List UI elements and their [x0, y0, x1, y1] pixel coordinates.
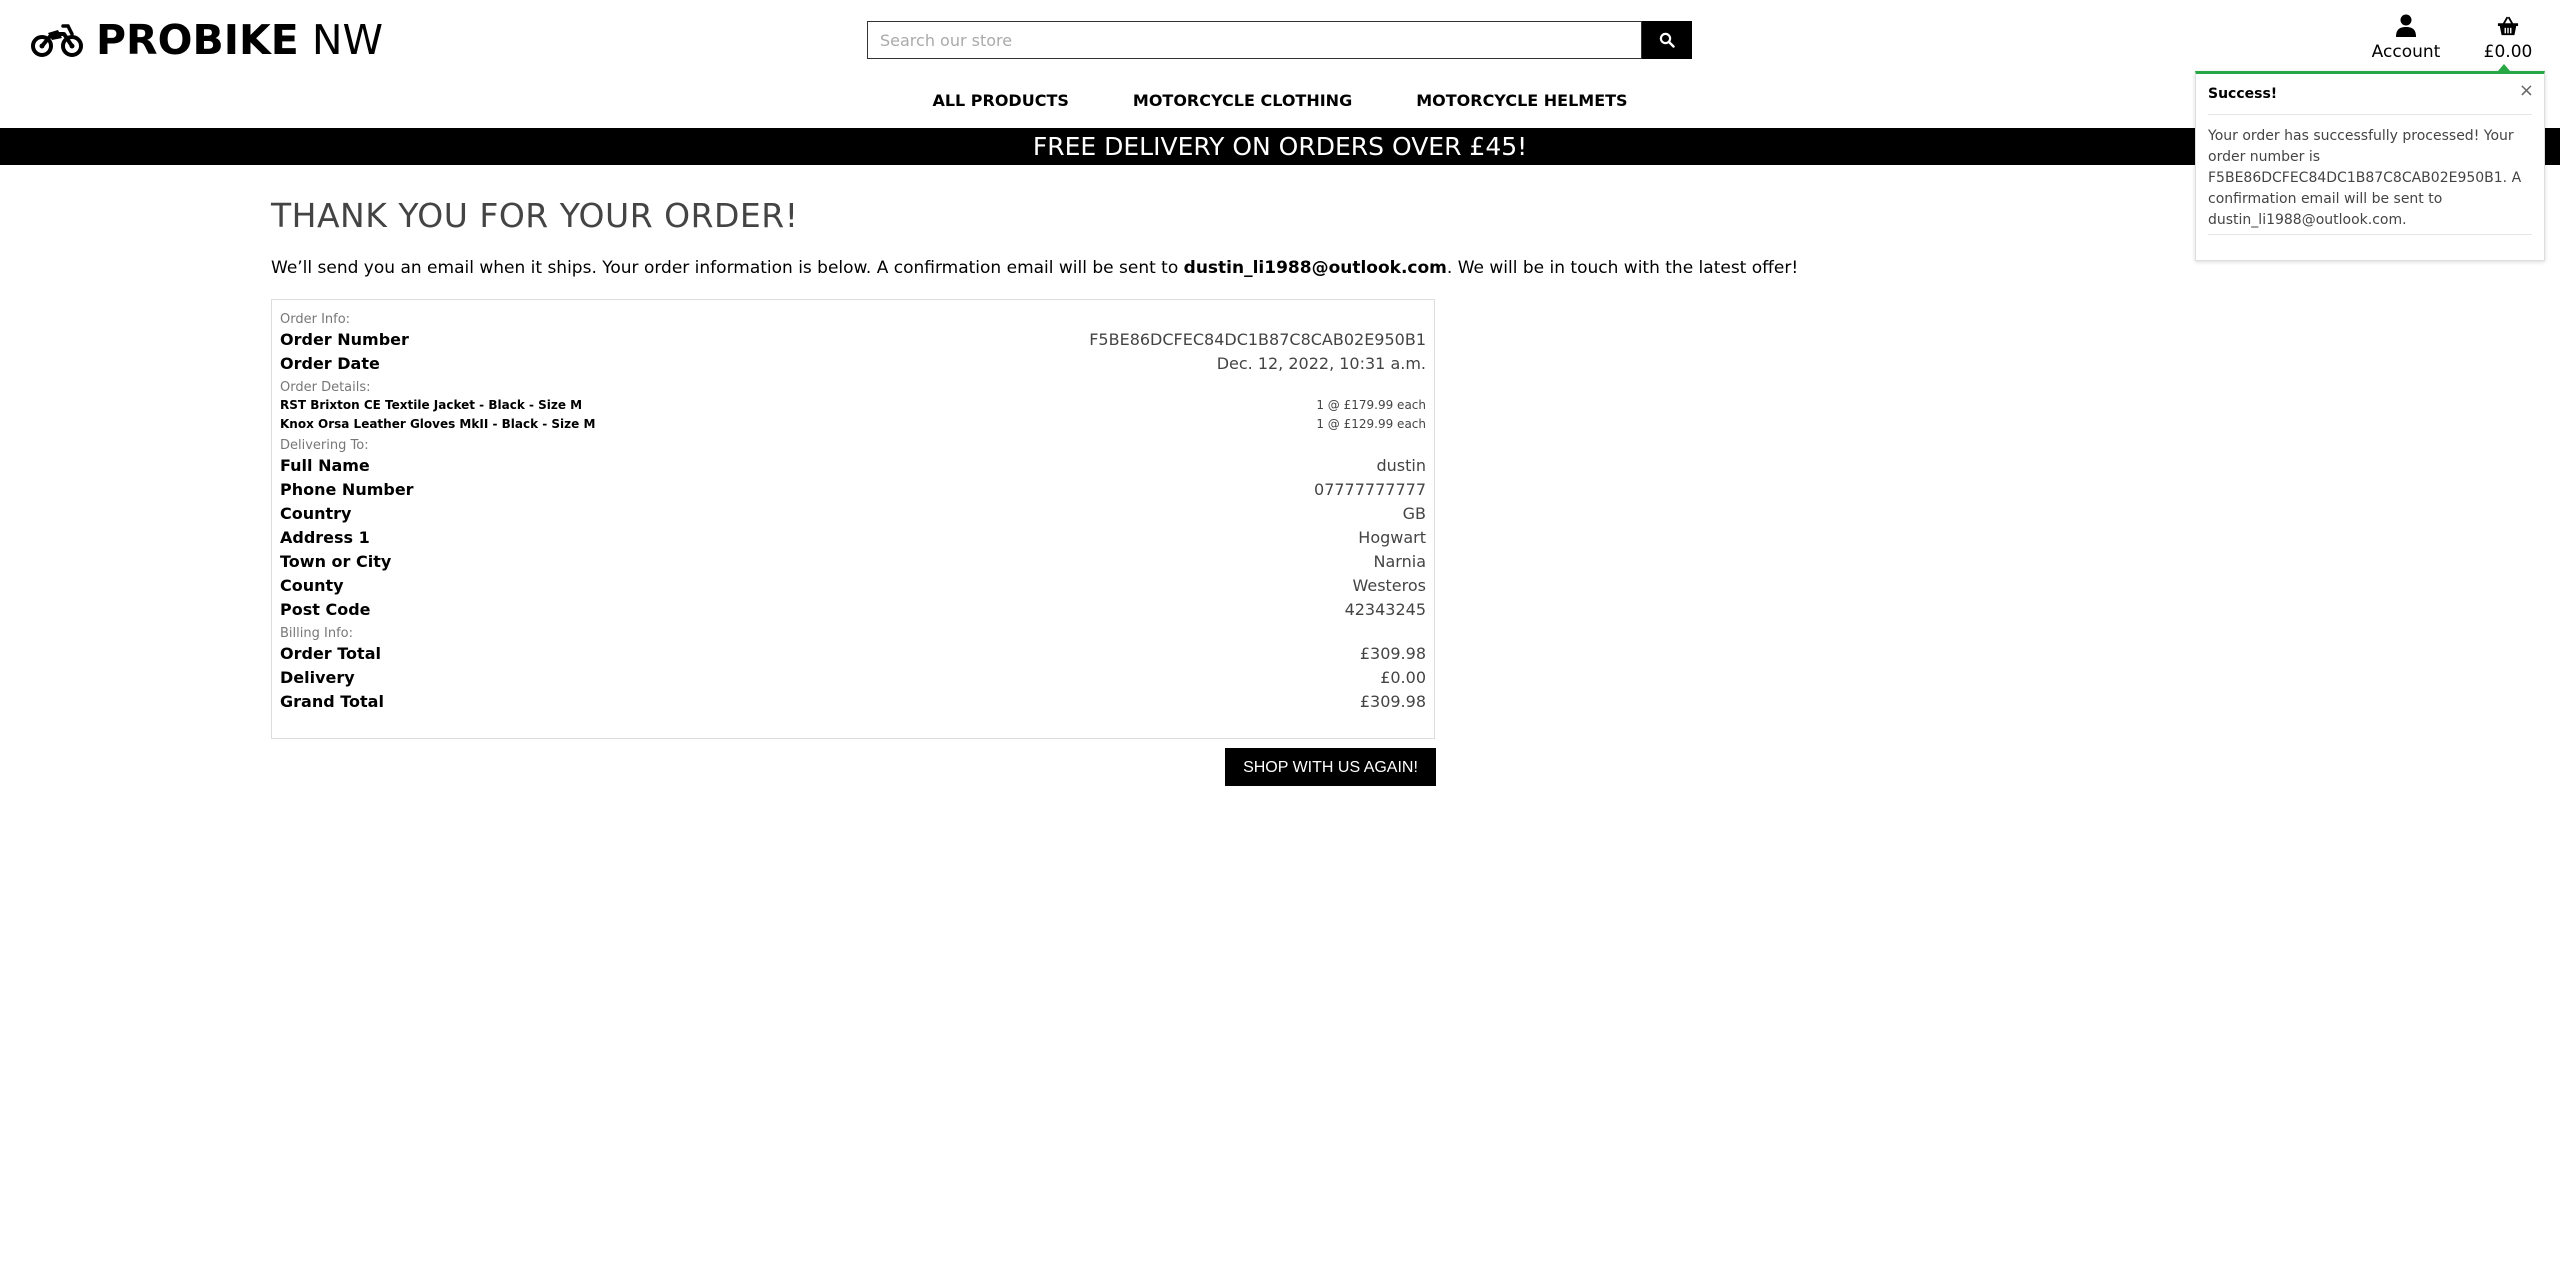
section-heading-delivering-to: Delivering To:: [280, 438, 369, 453]
delivery-row: Full Name dustin: [280, 454, 1426, 478]
order-number: F5BE86DCFEC84DC1B87C8CAB02E950B1: [1089, 330, 1426, 349]
toast-divider: [2208, 114, 2532, 115]
toast-arrow: [2498, 64, 2510, 71]
search-input[interactable]: [867, 21, 1642, 59]
shop-again-button[interactable]: SHOP WITH US AGAIN!: [1225, 748, 1436, 786]
row-label: Grand Total: [280, 692, 384, 711]
account-link[interactable]: Account: [2368, 14, 2444, 64]
delivery-row: County Westeros: [280, 574, 1426, 598]
order-date: Dec. 12, 2022, 10:31 a.m.: [1216, 354, 1426, 373]
shopping-bag-link[interactable]: £0.00: [2476, 14, 2540, 64]
row-value: 07777777777: [1314, 480, 1426, 499]
nav-all-products[interactable]: ALL PRODUCTS: [932, 86, 1068, 116]
order-summary-card: Order Info: Order Number F5BE86DCFEC84DC…: [271, 299, 1435, 739]
row-label: Town or City: [280, 552, 392, 571]
delivery-row: Post Code 42343245: [280, 598, 1426, 622]
billing-row: Order Total £309.98: [280, 642, 1426, 666]
row-value: dustin: [1376, 456, 1427, 475]
delivery-row: Town or City Narnia: [280, 550, 1426, 574]
item-qty-price: 1 @ £129.99 each: [1316, 417, 1426, 431]
order-date-row: Order Date Dec. 12, 2022, 10:31 a.m.: [280, 352, 1426, 376]
motorcycle-icon: [31, 24, 83, 57]
page-title: THANK YOU FOR YOUR ORDER!: [271, 196, 799, 235]
search-icon: [1659, 32, 1675, 48]
site-logo[interactable]: PROBIKE NW: [30, 16, 383, 64]
checkout-success: THANK YOU FOR YOUR ORDER! We’ll send you…: [271, 188, 2131, 739]
delivery-row: Address 1 Hogwart: [280, 526, 1426, 550]
delivery-row: Country GB: [280, 502, 1426, 526]
message-text-before: We’ll send you an email when it ships. Y…: [271, 258, 1184, 278]
nav-motorcycle-helmets[interactable]: MOTORCYCLE HELMETS: [1416, 86, 1627, 116]
row-label: Full Name: [280, 456, 370, 475]
section-heading-order-details: Order Details:: [280, 380, 371, 395]
brand-name-bold: PROBIKE: [96, 16, 299, 64]
billing-row: Grand Total £309.98: [280, 690, 1426, 714]
delivery-banner: FREE DELIVERY ON ORDERS OVER £45!: [0, 128, 2560, 165]
confirmation-email: dustin_li1988@outlook.com: [1183, 258, 1447, 278]
row-label: Order Date: [280, 354, 380, 373]
search-bar: [867, 21, 1692, 59]
order-item-row: Knox Orsa Leather Gloves MkII - Black - …: [280, 415, 1426, 434]
order-number-row: Order Number F5BE86DCFEC84DC1B87C8CAB02E…: [280, 328, 1426, 352]
close-icon[interactable]: ×: [2519, 80, 2534, 102]
user-icon: [2396, 14, 2416, 37]
row-value: Hogwart: [1358, 528, 1426, 547]
shopping-basket-icon: [2497, 16, 2519, 36]
row-label: Order Total: [280, 644, 381, 663]
success-toast: Success! × Your order has successfully p…: [2195, 64, 2545, 261]
main-nav: ALL PRODUCTS MOTORCYCLE CLOTHING MOTORCY…: [0, 86, 2560, 116]
row-label: Phone Number: [280, 480, 414, 499]
order-item-row: RST Brixton CE Textile Jacket - Black - …: [280, 396, 1426, 415]
row-label: Country: [280, 504, 352, 523]
message-text-after: . We will be in touch with the latest of…: [1446, 258, 1799, 278]
row-value: 42343245: [1344, 600, 1426, 619]
row-label: Order Number: [280, 330, 409, 349]
row-value: £0.00: [1380, 668, 1426, 687]
section-heading-order-info: Order Info:: [280, 312, 351, 327]
row-value: Narnia: [1373, 552, 1426, 571]
brand-name: PROBIKE NW: [96, 16, 383, 64]
nav-motorcycle-clothing[interactable]: MOTORCYCLE CLOTHING: [1133, 86, 1352, 116]
toast-title: Success!: [2208, 86, 2278, 102]
item-qty-price: 1 @ £179.99 each: [1316, 398, 1426, 412]
row-label: Delivery: [280, 668, 355, 687]
row-label: County: [280, 576, 344, 595]
row-label: Post Code: [280, 600, 371, 619]
account-label: Account: [2371, 42, 2441, 62]
row-label: Address 1: [280, 528, 370, 547]
row-value: £309.98: [1359, 644, 1426, 663]
toast-message: Your order has successfully processed! Y…: [2208, 128, 2522, 228]
row-value: £309.98: [1359, 692, 1426, 711]
brand-name-light: NW: [311, 16, 384, 64]
confirmation-message: We’ll send you an email when it ships. Y…: [271, 256, 2131, 280]
bag-total: £0.00: [2483, 42, 2533, 62]
item-name: Knox Orsa Leather Gloves MkII - Black - …: [280, 417, 596, 431]
site-header: PROBIKE NW Account £0.00 ALL PRODUCTS: [0, 0, 2560, 128]
row-value: Westeros: [1352, 576, 1426, 595]
row-value: GB: [1402, 504, 1426, 523]
search-button[interactable]: [1642, 21, 1692, 59]
item-name: RST Brixton CE Textile Jacket - Black - …: [280, 398, 583, 412]
delivery-row: Phone Number 07777777777: [280, 478, 1426, 502]
billing-row: Delivery £0.00: [280, 666, 1426, 690]
section-heading-billing-info: Billing Info:: [280, 626, 353, 641]
toast-divider: [2208, 234, 2532, 235]
